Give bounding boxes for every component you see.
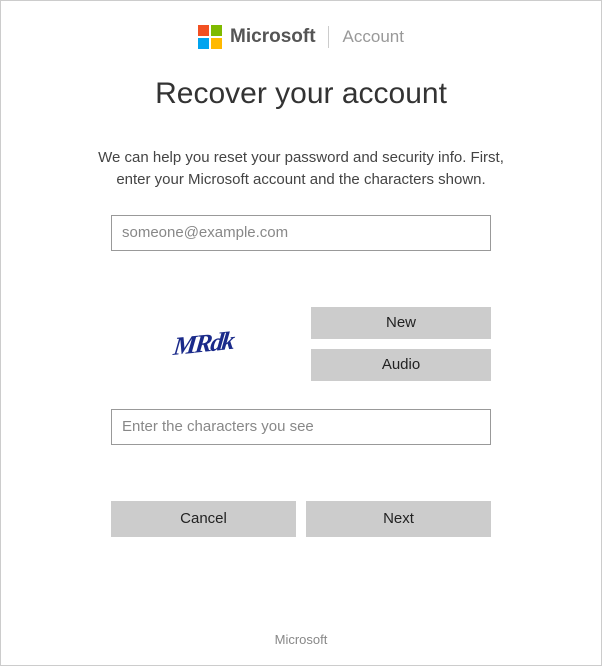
captcha-audio-button[interactable]: Audio	[311, 349, 491, 381]
captcha-input[interactable]	[111, 409, 491, 445]
brand-name: Microsoft	[230, 26, 316, 48]
captcha-section: MRdk New Audio	[111, 307, 491, 381]
next-button[interactable]: Next	[306, 501, 491, 537]
email-input[interactable]	[111, 215, 491, 251]
instructions-text: We can help you reset your password and …	[91, 147, 511, 191]
captcha-challenge-text: MRdk	[172, 326, 235, 362]
captcha-controls: New Audio	[311, 307, 491, 381]
header-divider	[328, 26, 329, 48]
brand-section: Account	[343, 27, 404, 47]
footer-text: Microsoft	[275, 632, 328, 647]
cancel-button[interactable]: Cancel	[111, 501, 296, 537]
captcha-new-button[interactable]: New	[311, 307, 491, 339]
captcha-image: MRdk	[111, 309, 295, 379]
microsoft-logo-icon	[198, 25, 222, 49]
page-header: Microsoft Account	[1, 1, 601, 61]
page-title: Recover your account	[155, 77, 447, 111]
action-buttons: Cancel Next	[111, 501, 491, 537]
main-content: Recover your account We can help you res…	[1, 61, 601, 612]
page-footer: Microsoft	[1, 612, 601, 665]
